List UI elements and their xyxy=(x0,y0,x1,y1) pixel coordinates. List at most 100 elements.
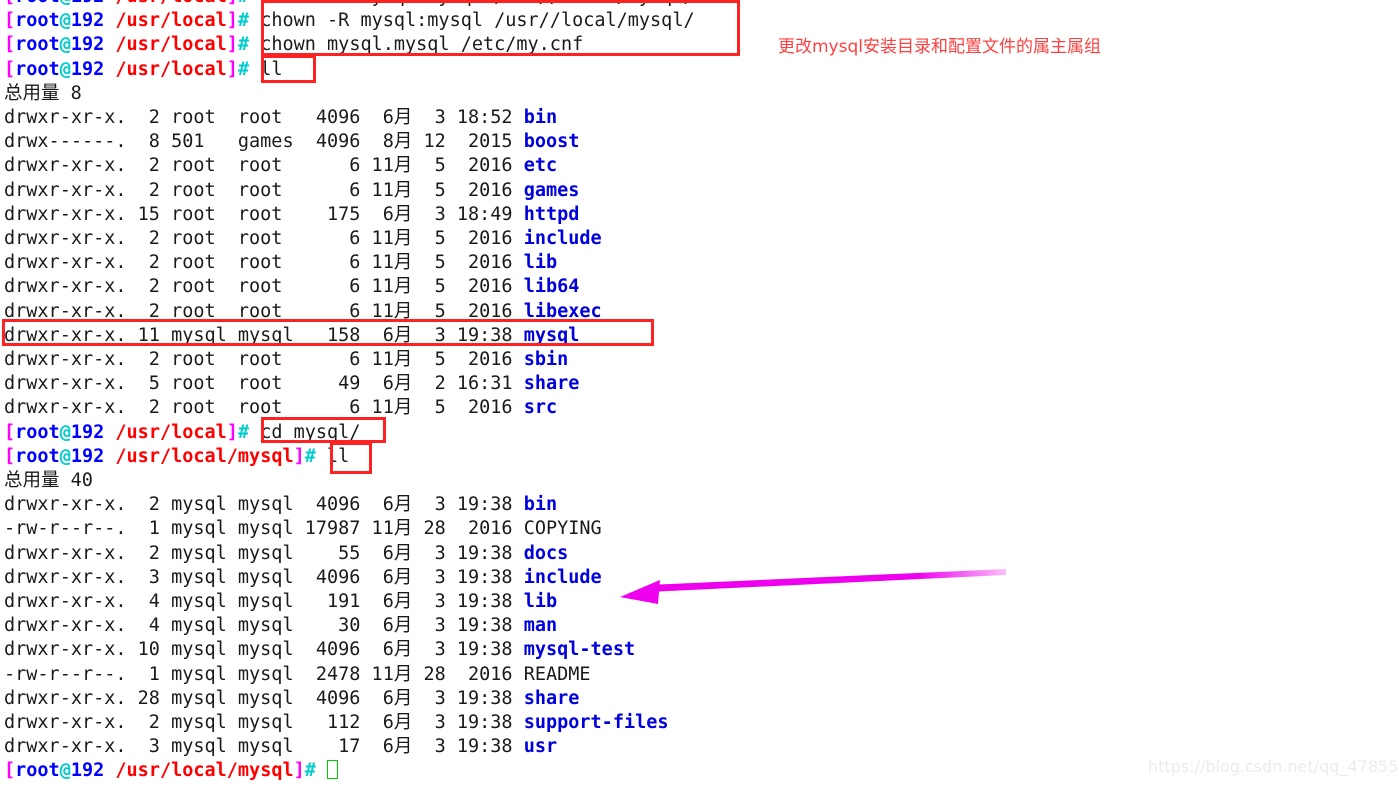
listing-row-local: drwxr-xr-x. 2 root root 6 11月 5 2016 inc… xyxy=(4,227,602,251)
listing-row-mysql: drwxr-xr-x. 3 mysql mysql 17 6月 3 19:38 … xyxy=(4,735,557,759)
listing-metadata: drwxr-xr-x. 5 root root 49 6月 2 16:31 xyxy=(4,373,524,395)
listing-row-local: drwx------. 8 501 games 4096 8月 12 2015 … xyxy=(4,130,579,154)
listing-metadata: drwxr-xr-x. 2 root root 6 11月 5 2016 xyxy=(4,397,524,419)
prompt-bracket-close: ] xyxy=(226,58,238,80)
listing-metadata: drwxr-xr-x. 4 mysql mysql 191 6月 3 19:38 xyxy=(4,591,524,612)
listing-metadata: drwxr-xr-x. 2 mysql mysql 112 6月 3 19:38 xyxy=(4,712,524,733)
listing-metadata: drwxr-xr-x. 2 root root 6 11月 5 2016 xyxy=(4,349,524,370)
prompt-gap xyxy=(249,10,260,31)
listing-filename: lib64 xyxy=(523,276,580,298)
listing-filename: mysql-test xyxy=(523,639,636,661)
prompt-path: /usr/local/mysql xyxy=(115,445,294,467)
listing-metadata: drwxr-xr-x. 2 root root 6 11月 5 2016 xyxy=(4,276,524,298)
listing-filename: lib xyxy=(523,591,558,612)
listing-filename: support-files xyxy=(523,712,669,733)
prompt-hash: # xyxy=(304,445,316,467)
listing-filename: README xyxy=(523,663,591,685)
listing-filename: bin xyxy=(523,107,558,128)
prompt-gap xyxy=(249,422,260,443)
prompt-user: root xyxy=(15,445,60,467)
listing-metadata: -rw-r--r--. 1 mysql mysql 2478 11月 28 20… xyxy=(4,663,524,685)
prompt-at-icon: @ xyxy=(59,421,71,443)
listing-row-local: drwxr-xr-x. 2 root root 6 11月 5 2016 etc xyxy=(4,154,557,178)
listing-filename: httpd xyxy=(523,203,580,225)
terminal-line-total-local: 总用量 8 xyxy=(4,82,82,106)
listing-metadata: -rw-r--r--. 1 mysql mysql 17987 11月 28 2… xyxy=(4,518,524,540)
listing-filename: usr xyxy=(523,736,558,758)
listing-filename: share xyxy=(523,373,580,395)
prompt-at-icon: @ xyxy=(60,0,71,7)
listing-filename: boost xyxy=(523,131,580,153)
listing-row-local: drwxr-xr-x. 2 root root 6 11月 5 2016 lib… xyxy=(4,300,602,324)
command-chown-cnf: chown mysql.mysql /etc/my.cnf xyxy=(260,34,584,56)
listing-metadata: drwxr-xr-x. 10 mysql mysql 4096 6月 3 19:… xyxy=(4,639,524,661)
prompt-at-icon: @ xyxy=(59,34,71,56)
listing-metadata: drwxr-xr-x. 2 root root 6 11月 5 2016 xyxy=(4,252,524,274)
listing-row-local: drwxr-xr-x. 2 root root 6 11月 5 2016 sbi… xyxy=(4,348,568,372)
prompt-bracket-open: [ xyxy=(4,58,16,80)
command-text: chown -R mysql:mysql /usr//local/mysql/ xyxy=(260,0,694,7)
listing-row-mysql: drwxr-xr-x. 2 mysql mysql 4096 6月 3 19:3… xyxy=(4,493,557,517)
listing-metadata: drwxr-xr-x. 2 root root 6 11月 5 2016 xyxy=(4,179,524,201)
listing-row-local: drwxr-xr-x. 15 root root 175 6月 3 18:49 … xyxy=(4,203,579,227)
listing-metadata: drwxr-xr-x. 15 root root 175 6月 3 18:49 xyxy=(4,203,524,225)
terminal-line-command-chown-recursive: [root@192 /usr/local]# chown -R mysql:my… xyxy=(4,9,695,33)
listing-filename: include xyxy=(523,566,602,588)
listing-filename: man xyxy=(523,615,558,637)
terminal-line-command-chown-cnf: [root@192 /usr/local]# chown mysql.mysql… xyxy=(4,33,583,57)
listing-row-local: drwxr-xr-x. 5 root root 49 6月 2 16:31 sh… xyxy=(4,372,579,396)
listing-row-local: drwxr-xr-x. 2 root root 6 11月 5 2016 lib xyxy=(4,251,557,275)
prompt-host: 192 xyxy=(71,0,104,7)
terminal-line-total-mysql: 总用量 40 xyxy=(4,469,93,493)
prompt-bracket-open: [ xyxy=(4,445,16,467)
terminal-line-prompt-final: [root@192 /usr/local/mysql]# xyxy=(4,759,339,783)
listing-row-mysql: drwxr-xr-x. 10 mysql mysql 4096 6月 3 19:… xyxy=(4,638,635,662)
prompt-hash: # xyxy=(304,760,316,782)
listing-filename: docs xyxy=(523,542,569,564)
prompt-host: 192 xyxy=(70,760,105,782)
listing-filename: etc xyxy=(523,155,558,177)
prompt-bracket-open: [ xyxy=(4,421,16,443)
listing-row-mysql: drwxr-xr-x. 3 mysql mysql 4096 6月 3 19:3… xyxy=(4,566,602,590)
listing-filename: mysql xyxy=(523,324,580,346)
listing-metadata: drwxr-xr-x. 2 root root 6 11月 5 2016 xyxy=(4,228,524,249)
terminal-window[interactable]: [root@192 /usr/local]# chown -R mysql:my… xyxy=(0,0,1399,793)
listing-row-mysql: -rw-r--r--. 1 mysql mysql 17987 11月 28 2… xyxy=(4,517,602,541)
prompt-hash: # xyxy=(237,421,250,443)
prompt-bracket-close: ] xyxy=(293,760,305,782)
listing-metadata: drwxr-xr-x. 28 mysql mysql 4096 6月 3 19:… xyxy=(4,687,524,709)
prompt-at-icon: @ xyxy=(59,10,71,32)
prompt-bracket-open: [ xyxy=(4,34,16,56)
listing-metadata: drwxr-xr-x. 2 root root 6 11月 5 2016 xyxy=(4,300,524,322)
prompt-bracket-open: [ xyxy=(4,760,16,782)
total-text: 总用量 8 xyxy=(4,82,82,104)
prompt-gap xyxy=(249,34,260,55)
listing-row-local: drwxr-xr-x. 11 mysql mysql 158 6月 3 19:3… xyxy=(4,324,579,348)
command-cd-mysql: cd mysql/ xyxy=(260,421,361,443)
prompt-host: 192 xyxy=(70,34,105,56)
prompt-host: 192 xyxy=(70,421,105,443)
terminal-line-clipped: [root@192 /usr/local]# chown -R mysql:my… xyxy=(4,0,695,9)
prompt-host: 192 xyxy=(70,445,105,467)
prompt-path: /usr/local xyxy=(115,10,227,32)
prompt-hash: # xyxy=(237,34,250,56)
listing-metadata: drwxr-xr-x. 2 mysql mysql 4096 6月 3 19:3… xyxy=(4,494,524,516)
prompt-path: /usr/local xyxy=(115,0,226,7)
listing-row-mysql: drwxr-xr-x. 4 mysql mysql 191 6月 3 19:38… xyxy=(4,590,557,614)
listing-metadata: drwxr-xr-x. 2 mysql mysql 55 6月 3 19:38 xyxy=(4,542,524,564)
prompt-user: root xyxy=(15,58,60,80)
prompt-path: /usr/local xyxy=(115,58,227,80)
prompt-at-icon: @ xyxy=(59,58,71,80)
listing-filename: games xyxy=(523,179,580,201)
csdn-watermark: https://blog.csdn.net/qq_47855463 xyxy=(1148,757,1399,776)
text-cursor[interactable] xyxy=(327,760,339,780)
prompt-bracket-close: ] xyxy=(226,421,238,443)
prompt-user: root xyxy=(15,421,60,443)
terminal-line-command-ll-second: [root@192 /usr/local/mysql]# ll xyxy=(4,445,349,469)
listing-row-mysql: drwxr-xr-x. 2 mysql mysql 55 6月 3 19:38 … xyxy=(4,542,568,566)
listing-filename: sbin xyxy=(523,349,569,370)
command-ll-first: ll xyxy=(260,58,283,80)
listing-row-mysql: -rw-r--r--. 1 mysql mysql 2478 11月 28 20… xyxy=(4,663,591,687)
prompt-gap xyxy=(316,760,327,781)
prompt-user: root xyxy=(15,34,60,56)
